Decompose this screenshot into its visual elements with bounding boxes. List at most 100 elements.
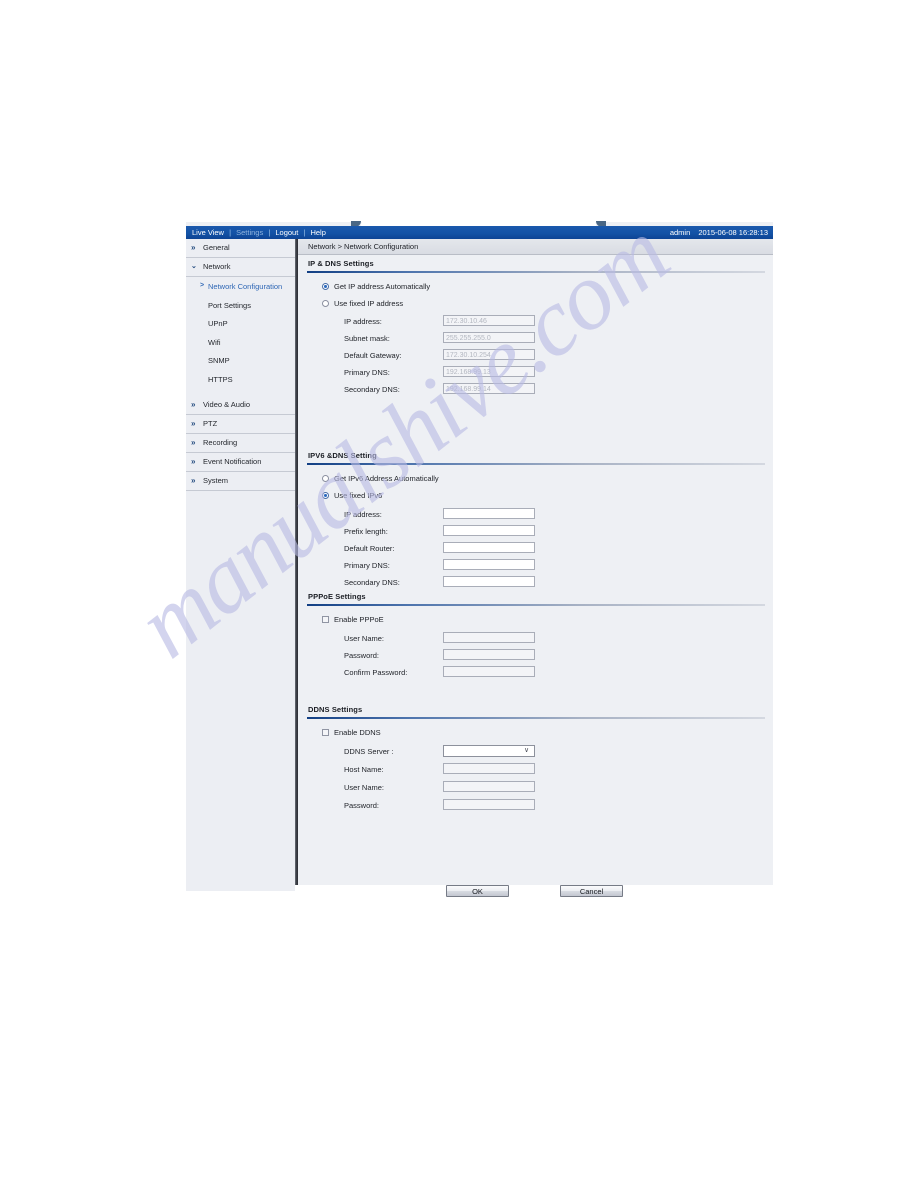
chevron-right-double-icon: » xyxy=(191,457,196,466)
sidebar-spacer xyxy=(186,388,295,396)
ok-button[interactable]: OK xyxy=(446,885,509,897)
sidebar-group-network[interactable]: ⌄ Network xyxy=(186,258,295,277)
sidebar-group-ptz[interactable]: » PTZ xyxy=(186,415,295,434)
sidebar-item-https[interactable]: HTTPS xyxy=(186,369,295,388)
sidebar-group-video-audio[interactable]: » Video & Audio xyxy=(186,396,295,415)
checkbox-icon[interactable] xyxy=(322,616,329,623)
cancel-button[interactable]: Cancel xyxy=(560,885,623,897)
sidebar-group-general[interactable]: » General xyxy=(186,239,295,258)
sidebar-item-port-settings[interactable]: Port Settings xyxy=(186,295,295,314)
sidebar-item-network-configuration[interactable]: > Network Configuration xyxy=(186,277,295,296)
field-ddns-username: User Name: xyxy=(298,781,773,795)
field-ipv6-secondary-dns: Secondary DNS: xyxy=(298,576,773,590)
field-subnet-mask: Subnet mask: 255.255.255.0 xyxy=(298,332,773,346)
current-user-label: admin xyxy=(669,228,691,237)
secondary-dns-input[interactable]: 192.168.99.14 xyxy=(443,383,535,394)
nav-separator: | xyxy=(268,228,271,237)
nav-live-view[interactable]: Live View xyxy=(192,228,224,237)
field-default-gateway: Default Gateway: 172.30.10.254 xyxy=(298,349,773,363)
field-label: Primary DNS: xyxy=(344,368,390,377)
default-gateway-input[interactable]: 172.30.10.254 xyxy=(443,349,535,360)
sidebar-group-system[interactable]: » System xyxy=(186,472,295,491)
prefix-length-input[interactable] xyxy=(443,525,535,536)
subnet-mask-input[interactable]: 255.255.255.0 xyxy=(443,332,535,343)
ddns-server-select[interactable]: ∨ xyxy=(443,745,535,757)
pppoe-password-input[interactable] xyxy=(443,649,535,660)
field-label: Password: xyxy=(344,801,380,810)
content-area: Network > Network Configuration IP & DNS… xyxy=(298,239,773,897)
field-ddns-server: DDNS Server : ∨ xyxy=(298,745,773,759)
sidebar-group-label: Recording xyxy=(203,438,238,447)
radio-icon[interactable] xyxy=(322,475,329,482)
radio-label: Use fixed IP address xyxy=(334,299,404,308)
field-pppoe-confirm-password: Confirm Password: xyxy=(298,666,773,680)
checkbox-icon[interactable] xyxy=(322,729,329,736)
section-rule xyxy=(307,717,765,719)
ipv6-primary-dns-input[interactable] xyxy=(443,559,535,570)
section-rule xyxy=(307,604,765,606)
radio-label: Get IPv6 Address Automatically xyxy=(334,474,439,483)
sidebar-group-label: Network xyxy=(203,262,231,271)
ddns-password-input[interactable] xyxy=(443,799,535,810)
section-title: DDNS Settings xyxy=(308,705,363,714)
breadcrumb-text: Network > Network Configuration xyxy=(308,242,419,251)
sidebar-group-label: System xyxy=(203,476,229,485)
section-title: IPV6 &DNS Setting xyxy=(308,451,377,460)
sidebar-item-snmp[interactable]: SNMP xyxy=(186,351,295,370)
camera-web-ui-window: Live View | Settings | Logout | Help adm… xyxy=(186,217,773,897)
field-pppoe-password: Password: xyxy=(298,649,773,663)
radio-icon[interactable] xyxy=(322,492,329,499)
sidebar-group-recording[interactable]: » Recording xyxy=(186,434,295,453)
ipv6-address-input[interactable] xyxy=(443,508,535,519)
pppoe-username-input[interactable] xyxy=(443,632,535,643)
window-body: » General ⌄ Network > Network Configurat… xyxy=(186,239,773,897)
top-bar-status: admin 2015-06-08 16:28:13 xyxy=(670,227,768,238)
datetime-label: 2015-06-08 16:28:13 xyxy=(698,228,768,237)
ip-address-input[interactable]: 172.30.10.46 xyxy=(443,315,535,326)
nav-logout[interactable]: Logout xyxy=(275,228,298,237)
sidebar-item-label: Network Configuration xyxy=(208,282,283,291)
sidebar-group-event-notification[interactable]: » Event Notification xyxy=(186,453,295,472)
field-ddns-hostname: Host Name: xyxy=(298,763,773,777)
field-label: Prefix length: xyxy=(344,527,388,536)
field-ddns-password: Password: xyxy=(298,799,773,813)
checkbox-label: Enable PPPoE xyxy=(334,615,384,624)
ddns-hostname-input[interactable] xyxy=(443,763,535,774)
section-title: PPPoE Settings xyxy=(308,592,366,601)
chevron-down-icon: ∨ xyxy=(524,747,530,754)
default-router-input[interactable] xyxy=(443,542,535,553)
chevron-right-icon: > xyxy=(200,282,205,289)
top-nav-links: Live View | Settings | Logout | Help xyxy=(192,227,326,238)
field-label: IP address: xyxy=(344,510,382,519)
section-rule xyxy=(307,271,765,273)
sidebar-filler xyxy=(186,491,295,891)
nav-separator: | xyxy=(303,228,306,237)
sidebar-item-label: Port Settings xyxy=(208,300,251,310)
field-default-router: Default Router: xyxy=(298,542,773,556)
field-secondary-dns: Secondary DNS: 192.168.99.14 xyxy=(298,383,773,397)
section-rule xyxy=(307,463,765,465)
radio-label: Get IP address Automatically xyxy=(334,282,431,291)
sidebar-item-upnp[interactable]: UPnP xyxy=(186,314,295,333)
field-label: Subnet mask: xyxy=(344,334,390,343)
field-primary-dns: Primary DNS: 192.168.99.13 xyxy=(298,366,773,380)
radio-label: Use fixed IPv6 xyxy=(334,491,383,500)
pppoe-confirm-password-input[interactable] xyxy=(443,666,535,677)
chevron-right-double-icon: » xyxy=(191,476,196,485)
settings-panel: IP & DNS Settings Get IP address Automat… xyxy=(298,255,773,897)
nav-help[interactable]: Help xyxy=(310,228,325,237)
chevron-right-double-icon: » xyxy=(191,438,196,447)
chevron-right-double-icon: » xyxy=(191,400,196,409)
nav-settings[interactable]: Settings xyxy=(236,228,263,237)
field-label: Default Router: xyxy=(344,544,395,553)
radio-icon[interactable] xyxy=(322,283,329,290)
sidebar-item-wifi[interactable]: Wifi xyxy=(186,332,295,351)
nav-separator: | xyxy=(229,228,232,237)
ipv6-secondary-dns-input[interactable] xyxy=(443,576,535,587)
primary-dns-input[interactable]: 192.168.99.13 xyxy=(443,366,535,377)
chevron-down-double-icon: ⌄ xyxy=(191,263,197,270)
radio-icon[interactable] xyxy=(322,300,329,307)
field-label: User Name: xyxy=(344,634,385,643)
ddns-username-input[interactable] xyxy=(443,781,535,792)
field-ip-address: IP address: 172.30.10.46 xyxy=(298,315,773,329)
